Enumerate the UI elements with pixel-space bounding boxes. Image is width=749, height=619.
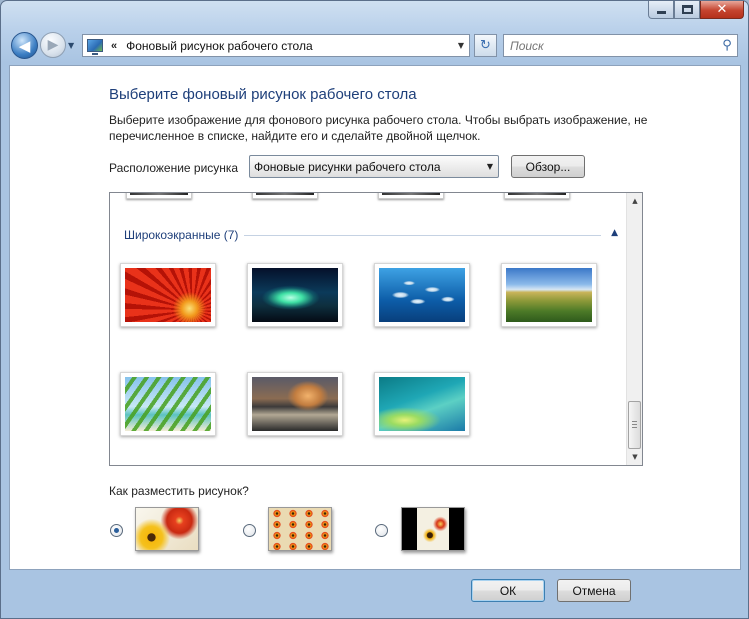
gallery-scrollbar[interactable]: ▲ ▼	[626, 193, 642, 465]
position-preview-center[interactable]	[401, 507, 465, 551]
cancel-button[interactable]: Отмена	[557, 579, 631, 602]
wallpaper-gallery: Широкоэкранные (7) ▲ ▲ ▼	[109, 192, 643, 466]
minimize-button[interactable]	[648, 1, 674, 19]
scroll-thumb[interactable]	[628, 401, 641, 449]
wallpaper-thumbnail-yosemite[interactable]	[247, 372, 343, 436]
collapse-icon[interactable]: ▲	[611, 228, 618, 238]
recent-pages-icon[interactable]: ▼	[68, 41, 74, 50]
control-panel-icon	[87, 39, 103, 55]
window: ✕ ◀ ▶ ▼ « Фоновый рисунок рабочего стола…	[0, 0, 749, 619]
position-preview-fill[interactable]	[135, 507, 199, 551]
position-radio-tile[interactable]	[243, 524, 256, 537]
forward-button[interactable]: ▶	[40, 32, 66, 58]
refresh-button[interactable]: ↻	[474, 34, 497, 57]
search-input[interactable]	[504, 38, 717, 53]
yosemite-image	[252, 377, 338, 431]
partial-thumbnail[interactable]	[378, 193, 444, 199]
location-select[interactable]: Фоновые рисунки рабочего стола ▼	[249, 155, 499, 178]
location-value: Фоновые рисунки рабочего стола	[254, 159, 441, 174]
partial-thumbnail-image	[382, 193, 440, 195]
partial-thumbnail[interactable]	[252, 193, 318, 199]
group-divider	[244, 235, 601, 236]
aero-image	[379, 377, 465, 431]
address-bar[interactable]: « Фоновый рисунок рабочего стола ▼	[82, 34, 470, 57]
partial-thumbnail-image	[256, 193, 314, 195]
palm-image	[125, 377, 211, 431]
back-button[interactable]: ◀	[11, 32, 38, 59]
scroll-up-icon[interactable]: ▲	[627, 193, 642, 209]
aurora-image	[252, 268, 338, 322]
wallpaper-thumbnail-gerbera[interactable]	[120, 263, 216, 327]
fish-image	[379, 268, 465, 322]
maximize-button[interactable]	[674, 1, 700, 19]
group-header-widescreen[interactable]: Широкоэкранные (7)	[124, 228, 238, 242]
wallpaper-thumbnail-fish[interactable]	[374, 263, 470, 327]
page-title: Выберите фоновый рисунок рабочего стола	[109, 86, 417, 103]
wallpaper-thumbnail-palm[interactable]	[120, 372, 216, 436]
back-arrow-icon: ◀	[18, 36, 31, 55]
partial-thumbnail-image	[130, 193, 188, 195]
close-button[interactable]: ✕	[700, 1, 744, 19]
wallpaper-thumbnail-aero[interactable]	[374, 372, 470, 436]
hills-image	[506, 268, 592, 322]
search-icon[interactable]: ⚲	[717, 38, 737, 53]
chevron-down-icon: ▼	[486, 162, 494, 171]
close-icon: ✕	[716, 2, 728, 17]
wallpaper-thumbnail-hills[interactable]	[501, 263, 597, 327]
wallpaper-thumbnail-aurora[interactable]	[247, 263, 343, 327]
position-preview-tile[interactable]	[268, 507, 332, 551]
gerbera-image	[125, 268, 211, 322]
position-radio-center[interactable]	[375, 524, 388, 537]
scroll-down-icon[interactable]: ▼	[627, 449, 642, 465]
position-radio-fill[interactable]	[110, 524, 123, 537]
minimize-icon	[656, 11, 666, 14]
forward-arrow-icon: ▶	[47, 37, 59, 53]
breadcrumb-overflow[interactable]: «	[111, 40, 117, 52]
navigation-bar: ◀ ▶ ▼ « Фоновый рисунок рабочего стола ▼…	[11, 31, 739, 61]
ok-button[interactable]: ОК	[471, 579, 545, 602]
maximize-icon	[681, 5, 693, 14]
gallery-list: Широкоэкранные (7) ▲	[110, 193, 627, 465]
description: Выберите изображение для фонового рисунк…	[109, 113, 648, 143]
position-label: Как разместить рисунок?	[109, 484, 249, 498]
search-box: ⚲	[503, 34, 738, 57]
content-area: Выберите фоновый рисунок рабочего стола …	[9, 65, 741, 570]
partial-thumbnail[interactable]	[126, 193, 192, 199]
refresh-icon: ↻	[480, 38, 491, 53]
location-label: Расположение рисунка	[109, 161, 239, 175]
breadcrumb[interactable]: Фоновый рисунок рабочего стола	[126, 39, 453, 53]
browse-button[interactable]: Обзор...	[511, 155, 585, 178]
address-dropdown-icon[interactable]: ▼	[453, 41, 469, 50]
partial-thumbnail-image	[508, 193, 566, 195]
caption-buttons: ✕	[648, 1, 744, 19]
partial-thumbnail[interactable]	[504, 193, 570, 199]
